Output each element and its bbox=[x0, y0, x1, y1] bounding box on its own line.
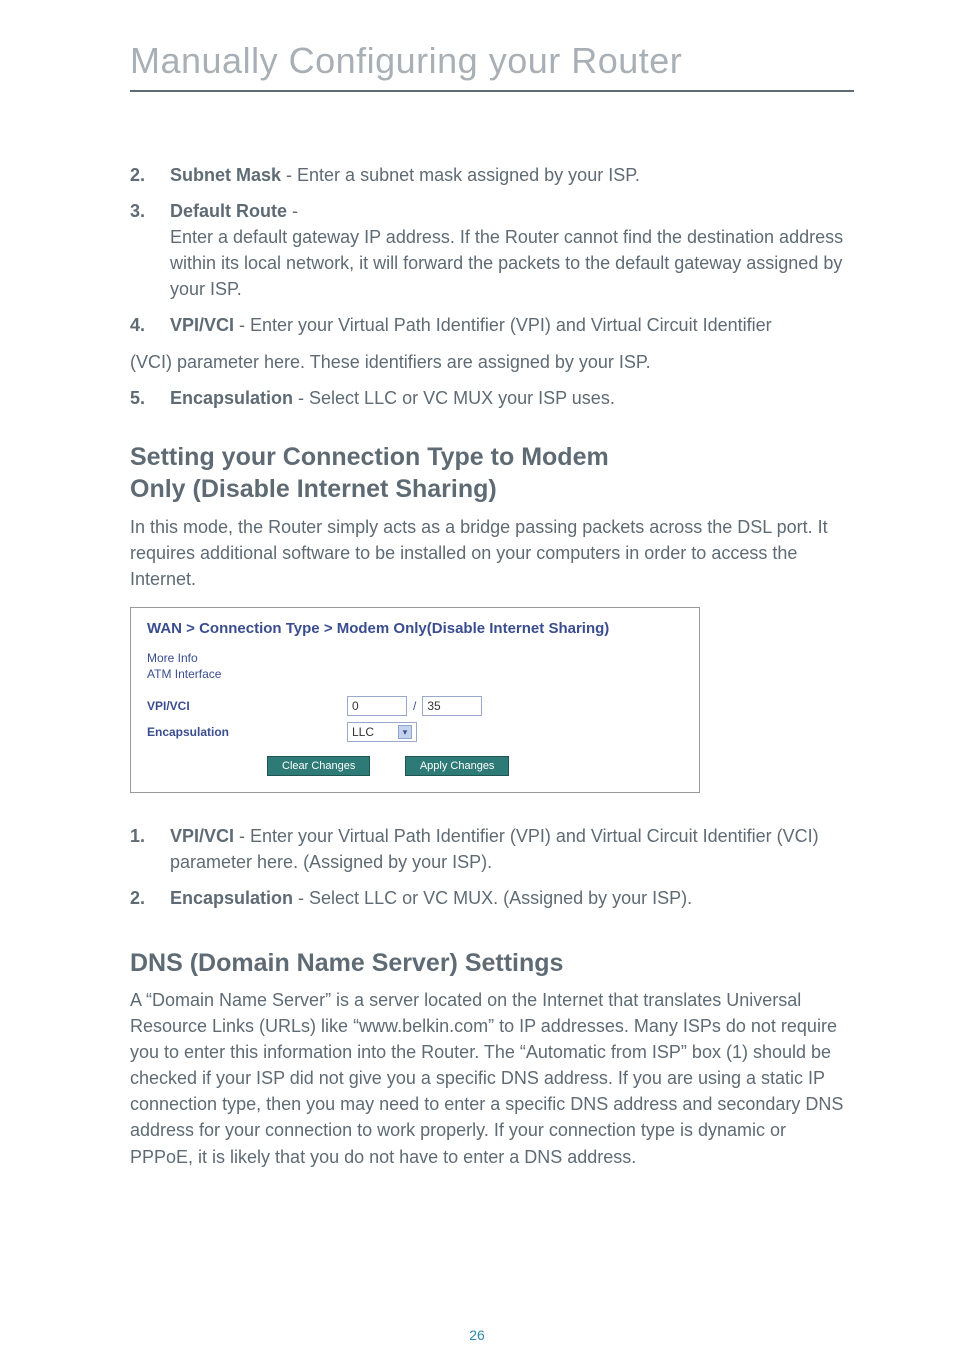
vci-parameter-line: (VCI) parameter here. These identifiers … bbox=[130, 349, 854, 375]
list-item: 2. Subnet Mask - Enter a subnet mask ass… bbox=[130, 162, 854, 188]
item-label: Encapsulation bbox=[170, 388, 293, 408]
item-text: - Select LLC or VC MUX your ISP uses. bbox=[293, 388, 615, 408]
item-extra: Enter a default gateway IP address. If t… bbox=[170, 227, 843, 299]
item-text: - bbox=[287, 201, 298, 221]
list-item: 2. Encapsulation - Select LLC or VC MUX.… bbox=[130, 885, 854, 911]
apply-changes-button[interactable]: Apply Changes bbox=[405, 756, 510, 776]
chevron-down-icon: ▾ bbox=[398, 725, 412, 739]
item-number: 4. bbox=[130, 312, 170, 338]
item-label: Encapsulation bbox=[170, 888, 293, 908]
item-label: Default Route bbox=[170, 201, 287, 221]
section-heading-dns: DNS (Domain Name Server) Settings bbox=[130, 947, 854, 980]
ss-slash: / bbox=[407, 699, 422, 713]
ss-encapsulation-select[interactable]: LLC ▾ bbox=[347, 722, 417, 742]
item-number: 3. bbox=[130, 198, 170, 302]
item-text: - Enter a subnet mask assigned by your I… bbox=[281, 165, 640, 185]
ss-encapsulation-label: Encapsulation bbox=[147, 725, 347, 739]
ss-atm-interface-link[interactable]: ATM Interface bbox=[147, 667, 683, 683]
ss-breadcrumb: WAN > Connection Type > Modem Only(Disab… bbox=[147, 620, 683, 637]
clear-changes-button[interactable]: Clear Changes bbox=[267, 756, 370, 776]
router-ui-screenshot: WAN > Connection Type > Modem Only(Disab… bbox=[130, 607, 700, 793]
page-title: Manually Configuring your Router bbox=[130, 40, 854, 92]
item-label: VPI/VCI bbox=[170, 826, 234, 846]
item-number: 2. bbox=[130, 885, 170, 911]
page-number: 26 bbox=[0, 1327, 954, 1343]
item-label: VPI/VCI bbox=[170, 315, 234, 335]
modem-only-description: In this mode, the Router simply acts as … bbox=[130, 514, 854, 592]
list-item: 4. VPI/VCI - Enter your Virtual Path Ide… bbox=[130, 312, 854, 338]
item-label: Subnet Mask bbox=[170, 165, 281, 185]
ss-vpi-input[interactable]: 0 bbox=[347, 696, 407, 716]
ss-vci-input[interactable]: 35 bbox=[422, 696, 482, 716]
item-text: - Enter your Virtual Path Identifier (VP… bbox=[170, 826, 819, 872]
dns-description: A “Domain Name Server” is a server locat… bbox=[130, 987, 854, 1170]
item-number: 1. bbox=[130, 823, 170, 875]
list-item: 5. Encapsulation - Select LLC or VC MUX … bbox=[130, 385, 854, 411]
section-heading-modem-only: Setting your Connection Type to Modem On… bbox=[130, 441, 854, 506]
list-item: 1. VPI/VCI - Enter your Virtual Path Ide… bbox=[130, 823, 854, 875]
item-number: 2. bbox=[130, 162, 170, 188]
ss-vpi-vci-label: VPI/VCI bbox=[147, 699, 347, 713]
item-text: - Enter your Virtual Path Identifier (VP… bbox=[234, 315, 772, 335]
list-item: 3. Default Route - Enter a default gatew… bbox=[130, 198, 854, 302]
item-text: - Select LLC or VC MUX. (Assigned by you… bbox=[293, 888, 692, 908]
item-number: 5. bbox=[130, 385, 170, 411]
ss-more-info-link[interactable]: More Info bbox=[147, 651, 683, 667]
